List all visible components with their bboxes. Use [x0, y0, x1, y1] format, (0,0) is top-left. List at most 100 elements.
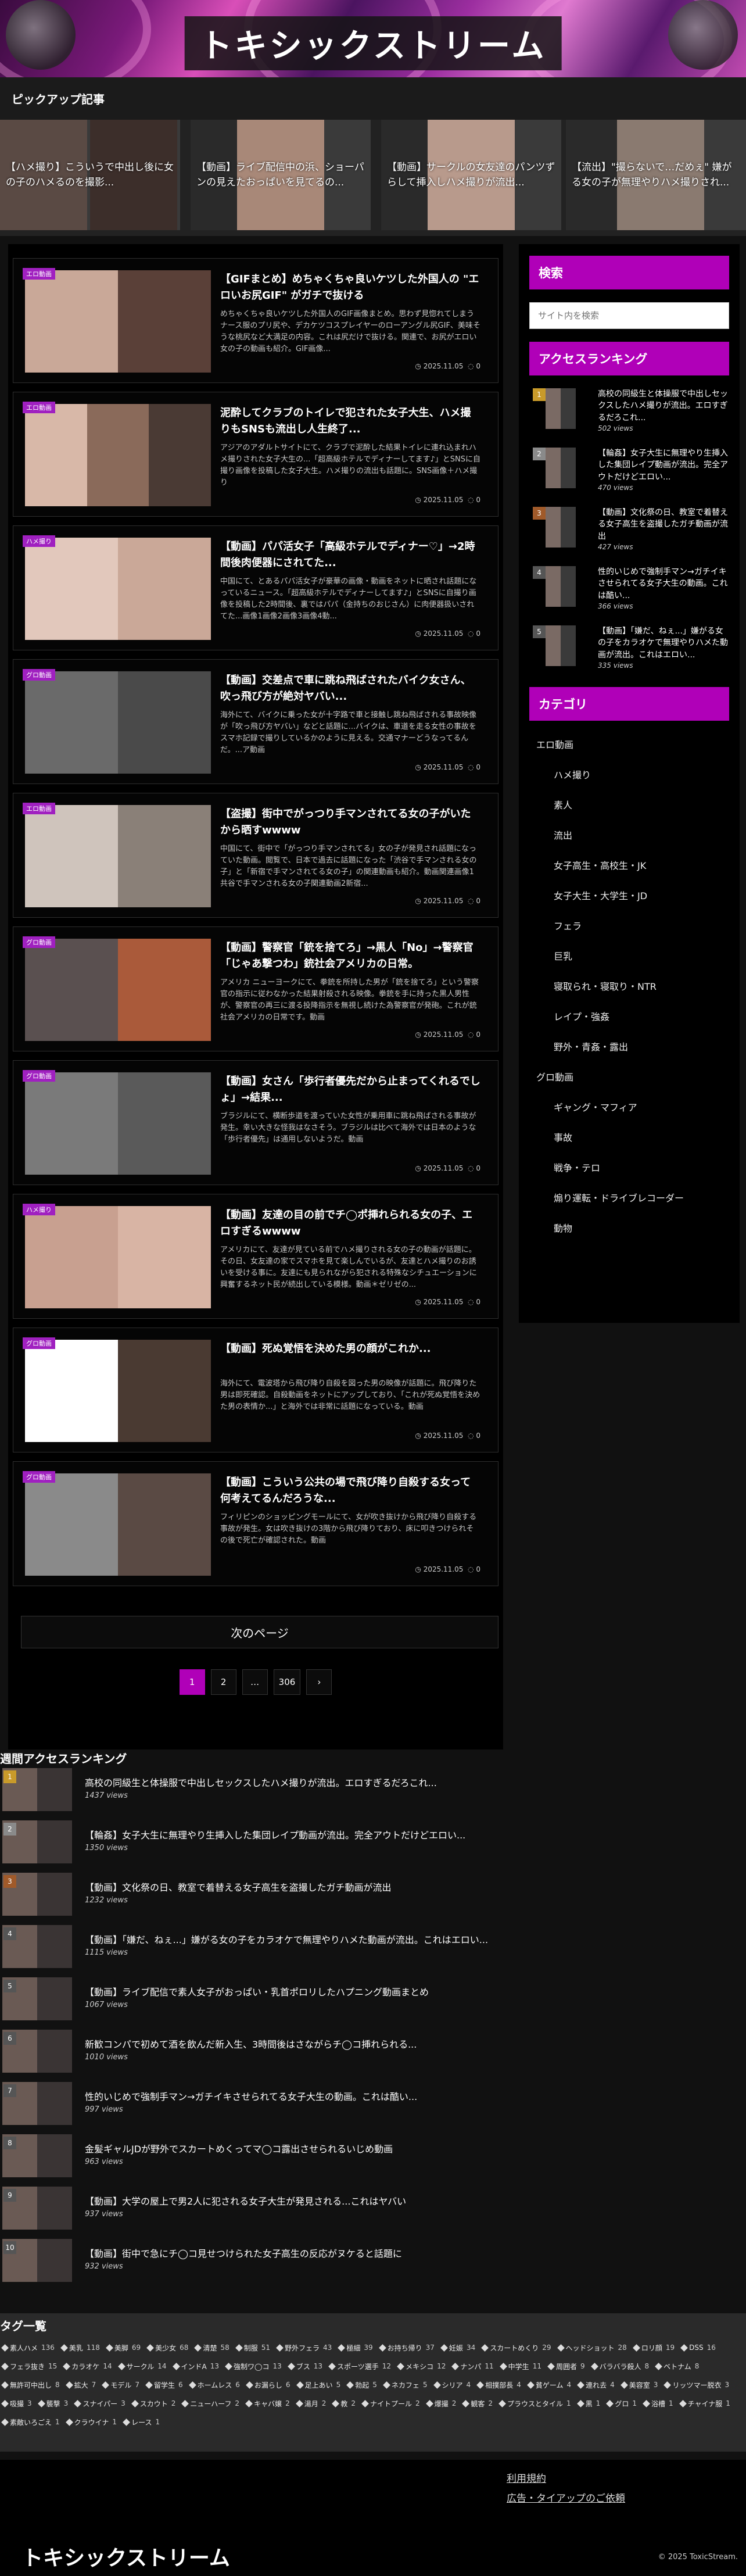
article-thumbnail[interactable]: [25, 671, 211, 774]
tag-item[interactable]: 妊娠 34: [440, 2340, 475, 2355]
tag-item[interactable]: スナイパー 3: [74, 2396, 125, 2411]
tag-label[interactable]: 連れ去: [586, 2380, 607, 2390]
tag-item[interactable]: 貧ゲーム 4: [526, 2377, 571, 2392]
ranking-title[interactable]: 【輪姦】女子大生に無理やり生挿入した集団レイプ動画が流出。完全アウトだけどエロい…: [598, 448, 729, 482]
tag-item[interactable]: 黒1: [576, 2396, 600, 2411]
tag-item[interactable]: お漏らし 6: [246, 2377, 290, 2392]
weekly-title[interactable]: 新歓コンパで初めて酒を飲んだ新入生、3時間後はさながらチ◯コ挿れられる...: [85, 2037, 417, 2051]
category-item[interactable]: 寝取られ・寝取り・NTR: [529, 971, 729, 1001]
tag-item[interactable]: お持ち帰り 37: [378, 2340, 435, 2355]
tag-label[interactable]: DSS: [689, 2344, 703, 2352]
category-item[interactable]: 流出: [529, 820, 729, 850]
tag-label[interactable]: プラウスとタイル: [507, 2399, 563, 2409]
tag-item[interactable]: モデル 7: [102, 2377, 139, 2392]
footer-site-title[interactable]: トキシックストリーム: [22, 2541, 230, 2571]
tag-item[interactable]: 勃起 5: [346, 2377, 377, 2392]
ranking-thumbnail[interactable]: [546, 566, 576, 607]
tag-item[interactable]: インドA 13: [172, 2359, 219, 2374]
tag-label[interactable]: 勃起: [355, 2380, 369, 2390]
weekly-ranking-item[interactable]: 4 【動画】「嫌だ、ねぇ...」嫌がる女の子をカラオケで無理やりハメた動画が流出…: [0, 1924, 746, 1976]
weekly-title[interactable]: 【動画】文化祭の日、教室で着替える女子高生を盗撮したガチ動画が流出: [85, 1880, 392, 1894]
tag-label[interactable]: 爆撮: [435, 2399, 449, 2409]
weekly-ranking-item[interactable]: 6 新歓コンパで初めて酒を飲んだ新入生、3時間後はさながらチ◯コ挿れられる...…: [0, 2028, 746, 2081]
category-badge[interactable]: グロ動画: [23, 669, 55, 681]
article-title[interactable]: 【動画】パパ活女子「高級ホテルでディナー♡」→2時間後肉便器にされてた...: [220, 539, 480, 573]
article-card[interactable]: エロ動画 泥酔してクラブのトイレで犯された女子大生、ハメ撮りもSNSも流出し人生…: [8, 392, 503, 525]
article-card[interactable]: グロ動画 【動画】交差点で車に跳ね飛ばされたバイク女さん、吹っ飛び方が絶対ヤバい…: [8, 659, 503, 793]
tag-label[interactable]: スナイパー: [83, 2399, 117, 2409]
article-card[interactable]: グロ動画 【動画】女さん「歩行者優先だから止まってくれるでしょ」→結果... ブ…: [8, 1060, 503, 1194]
tag-item[interactable]: ネカフェ 5: [383, 2377, 428, 2392]
search-input[interactable]: [538, 310, 720, 321]
category-badge[interactable]: グロ動画: [23, 936, 55, 948]
category-badge[interactable]: ハメ撮り: [23, 535, 55, 547]
terms-link[interactable]: 利用規約: [507, 2470, 625, 2490]
tag-label[interactable]: 中学生: [508, 2362, 529, 2371]
tag-label[interactable]: ナイトプール: [370, 2399, 412, 2409]
tag-item[interactable]: 極細 39: [338, 2340, 373, 2355]
tag-item[interactable]: スカートめくり 29: [481, 2340, 551, 2355]
weekly-ranking-item[interactable]: 8 金髪ギャルJDが野外でスカートめくってマ◯コ露出させられるいじめ動画 963…: [0, 2133, 746, 2185]
tag-item[interactable]: カラオケ 14: [63, 2359, 112, 2374]
ranking-item[interactable]: 5 【動画】「嫌だ、ねぇ...」嫌がる女の子をカラオケで無理やりハメた動画が流出…: [529, 623, 729, 675]
tag-label[interactable]: 教: [340, 2399, 347, 2409]
tag-label[interactable]: 足上あい: [305, 2380, 333, 2390]
tag-label[interactable]: スカウト: [140, 2399, 168, 2409]
tag-item[interactable]: クラウイナ 1: [65, 2414, 117, 2430]
tag-label[interactable]: 黒: [586, 2399, 593, 2409]
tag-item[interactable]: DSS 16: [680, 2340, 716, 2355]
weekly-ranking-item[interactable]: 5 【動画】ライブ配信で素人女子がおっぱい・乳首ポロリしたハプニング動画まとめ …: [0, 1976, 746, 2028]
tag-label[interactable]: モデル: [110, 2380, 131, 2390]
tag-label[interactable]: ホームレス: [198, 2380, 232, 2390]
tag-item[interactable]: レース 1: [123, 2414, 160, 2430]
tag-item[interactable]: 拡大 7: [65, 2377, 96, 2392]
ranking-thumbnail[interactable]: [546, 625, 576, 666]
article-card[interactable]: エロ動画 【盗撮】街中でがっつり手マンされてる女の子がいたから晒すwwww 中国…: [8, 793, 503, 926]
tag-label[interactable]: 極細: [346, 2343, 360, 2353]
pickup-title[interactable]: 【ハメ撮り】こういうで中出し後に女の子のハメるのを撮影...: [6, 160, 174, 191]
weekly-title[interactable]: 【動画】ライブ配信で素人女子がおっぱい・乳首ポロリしたハプニング動画まとめ: [85, 1984, 429, 1998]
weekly-title[interactable]: 性的いじめで強制手マン→ガチイキさせられてる女子大生の動画。これは酷い...: [85, 2089, 417, 2103]
tag-label[interactable]: サークル: [127, 2362, 155, 2371]
article-title[interactable]: 【動画】交差点で車に跳ね飛ばされたバイク女さん、吹っ飛び方が絶対ヤバい...: [220, 672, 480, 706]
weekly-title[interactable]: 【動画】街中で急にチ◯コ見せつけられた女子高生の反応がヌケると話題に: [85, 2246, 402, 2260]
article-thumbnail[interactable]: [25, 1206, 211, 1308]
tag-label[interactable]: 拡大: [74, 2380, 88, 2390]
tag-label[interactable]: メキシコ: [406, 2362, 433, 2371]
tag-label[interactable]: 襲撃: [46, 2399, 60, 2409]
tag-item[interactable]: 爆撮 2: [425, 2396, 456, 2411]
tag-item[interactable]: チャイナ服 1: [679, 2396, 730, 2411]
tag-label[interactable]: ニューハーフ: [190, 2399, 231, 2409]
tag-label[interactable]: 美容室: [629, 2380, 650, 2390]
tag-item[interactable]: 素敵いろごえ 1: [1, 2414, 60, 2430]
tag-label[interactable]: チャイナ服: [688, 2399, 723, 2409]
category-item[interactable]: 煽り運転・ドライブレコーダー: [529, 1182, 729, 1212]
tag-label[interactable]: 観客: [471, 2399, 485, 2409]
tag-label[interactable]: グロ: [615, 2399, 629, 2409]
page-link-last[interactable]: 306: [273, 1669, 301, 1695]
tag-item[interactable]: 中学生 11: [499, 2359, 541, 2374]
article-thumbnail[interactable]: [25, 1340, 211, 1442]
ranking-item[interactable]: 2 【輪姦】女子大生に無理やり生挿入した集団レイプ動画が流出。完全アウトだけどエ…: [529, 445, 729, 498]
article-thumbnail[interactable]: [25, 939, 211, 1041]
tag-item[interactable]: 制服 51: [235, 2340, 270, 2355]
tag-label[interactable]: ブス: [296, 2362, 310, 2371]
tag-item[interactable]: 美乳 118: [60, 2340, 100, 2355]
category-item[interactable]: 動物: [529, 1212, 729, 1243]
article-thumbnail[interactable]: [25, 404, 211, 506]
tag-label[interactable]: 清楚: [203, 2343, 217, 2353]
article-thumbnail[interactable]: [25, 270, 211, 373]
tag-label[interactable]: 留学生: [154, 2380, 175, 2390]
tag-item[interactable]: ホームレス 6: [188, 2377, 240, 2392]
tag-item[interactable]: シリア 4: [433, 2377, 471, 2392]
tag-item[interactable]: ロリ顔 19: [632, 2340, 675, 2355]
ranking-thumbnail[interactable]: [546, 448, 576, 488]
tag-item[interactable]: メキシコ 12: [397, 2359, 446, 2374]
category-badge[interactable]: ハメ撮り: [23, 1204, 55, 1215]
article-title[interactable]: 【動画】死ぬ覚悟を決めた男の顔がこれか...: [220, 1341, 480, 1375]
tag-item[interactable]: 吸撮 3: [1, 2396, 32, 2411]
category-badge[interactable]: エロ動画: [23, 402, 55, 413]
article-card[interactable]: グロ動画 【動画】死ぬ覚悟を決めた男の顔がこれか... 海外にて、電波塔から飛び…: [8, 1328, 503, 1461]
tag-label[interactable]: クラウイナ: [74, 2417, 109, 2427]
tag-label[interactable]: リッツマー脱衣: [672, 2380, 721, 2390]
